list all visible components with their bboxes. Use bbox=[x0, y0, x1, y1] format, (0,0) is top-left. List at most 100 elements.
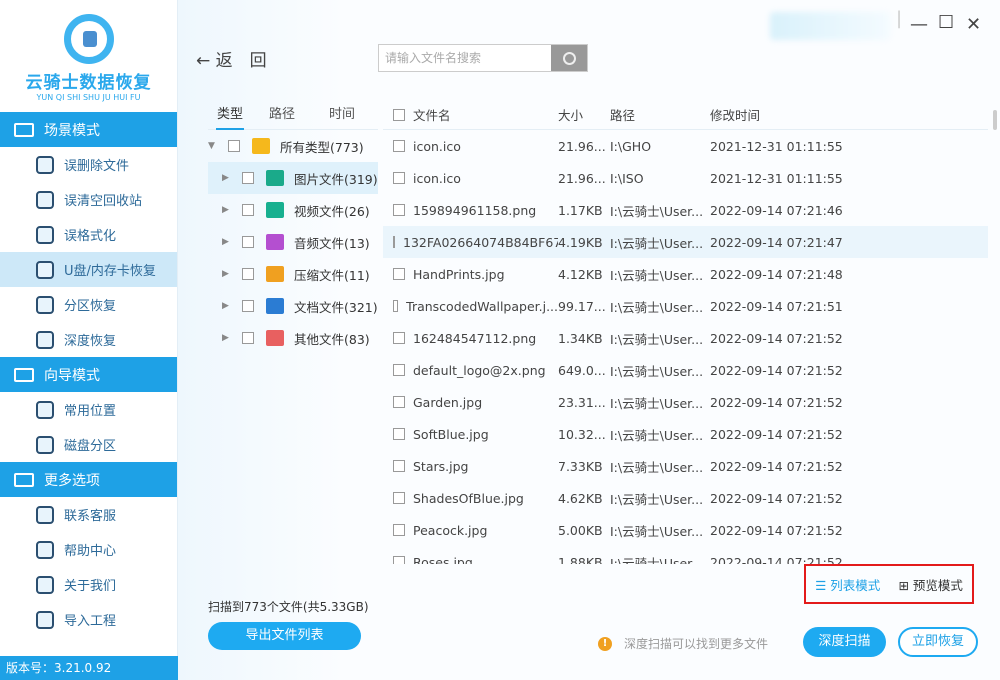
table-row[interactable]: icon.ico 21.96... I:\GHO 2021-12-31 01:11:5… bbox=[383, 130, 988, 162]
checkbox[interactable] bbox=[242, 172, 254, 184]
expand-icon[interactable]: ▶ bbox=[222, 205, 234, 215]
sidebar-item-icon bbox=[36, 190, 54, 209]
sidebar-item[interactable]: 导入工程 bbox=[0, 602, 177, 637]
select-all-checkbox[interactable] bbox=[393, 108, 405, 121]
preview-mode-button[interactable]: ⊞ 预览模式 bbox=[898, 575, 962, 594]
file-size: 10.32... bbox=[558, 426, 606, 442]
deep-scan-button[interactable]: 深度扫描 bbox=[803, 627, 886, 657]
tree-node[interactable]: ▶ 其他文件(83) bbox=[208, 322, 378, 354]
sidebar-item[interactable]: 误格式化 bbox=[0, 217, 177, 252]
close-button[interactable]: ✕ bbox=[966, 14, 981, 35]
header-name[interactable]: 文件名 bbox=[413, 105, 451, 124]
table-row[interactable]: ShadesOfBlue.jpg 4.62KB I:\云骑士\User... 2022… bbox=[383, 482, 988, 514]
sidebar-item[interactable]: 误删除文件 bbox=[0, 147, 177, 182]
header-path[interactable]: 路径 bbox=[610, 105, 710, 124]
checkbox[interactable] bbox=[393, 204, 405, 216]
table-row[interactable]: Garden.jpg 23.31... I:\云骑士\User... 2022-09-… bbox=[383, 386, 988, 418]
table-row[interactable]: 132FA02664074B84BF67... 4.19KB I:\云骑士\User… bbox=[383, 226, 988, 258]
tree-node[interactable]: ▶ 文档文件(321) bbox=[208, 290, 378, 322]
scrollbar[interactable] bbox=[993, 110, 997, 130]
checkbox[interactable] bbox=[393, 268, 405, 280]
sidebar-item[interactable]: 深度恢复 bbox=[0, 322, 177, 357]
sidebar-item[interactable]: 帮助中心 bbox=[0, 532, 177, 567]
header-modified[interactable]: 修改时间 bbox=[710, 105, 860, 124]
table-row[interactable]: TranscodedWallpaper.j... 99.17... I:\云骑士\U… bbox=[383, 290, 988, 322]
back-button[interactable]: ← 返 回 bbox=[196, 46, 267, 71]
expand-icon[interactable]: ▶ bbox=[222, 269, 234, 279]
checkbox[interactable] bbox=[393, 556, 405, 564]
expand-icon[interactable]: ▶ bbox=[222, 301, 234, 311]
recover-now-button[interactable]: 立即恢复 bbox=[898, 627, 978, 657]
file-type-icon bbox=[266, 266, 284, 282]
file-path: I:\GHO bbox=[610, 138, 652, 154]
file-modified: 2022-09-14 07:21:52 bbox=[710, 490, 843, 506]
file-path: I:\云骑士\User... bbox=[610, 299, 704, 315]
header-size[interactable]: 大小 bbox=[558, 105, 610, 124]
file-path: I:\ISO bbox=[610, 170, 644, 186]
file-type-icon bbox=[266, 234, 284, 250]
sidebar-item[interactable]: U盘/内存卡恢复 bbox=[0, 252, 177, 287]
maximize-button[interactable]: ☐ bbox=[938, 12, 954, 33]
search-box[interactable]: 请输入文件名搜索 bbox=[378, 44, 588, 72]
table-row[interactable]: HandPrints.jpg 4.12KB I:\云骑士\User... 2022-0… bbox=[383, 258, 988, 290]
tree-node[interactable]: ▶ 音频文件(13) bbox=[208, 226, 378, 258]
tree-tab[interactable]: 时间 bbox=[312, 100, 372, 129]
search-button[interactable] bbox=[551, 45, 587, 71]
checkbox[interactable] bbox=[393, 396, 405, 408]
sidebar-item[interactable]: 误清空回收站 bbox=[0, 182, 177, 217]
checkbox[interactable] bbox=[393, 428, 405, 440]
export-list-button[interactable]: 导出文件列表 bbox=[208, 622, 361, 650]
checkbox[interactable] bbox=[393, 492, 405, 504]
checkbox[interactable] bbox=[393, 300, 399, 312]
tree-node[interactable]: ▶ 压缩文件(11) bbox=[208, 258, 378, 290]
expand-icon[interactable]: ▶ bbox=[222, 333, 234, 343]
checkbox[interactable] bbox=[242, 236, 254, 248]
table-row[interactable]: 159894961158.png 1.17KB I:\云骑士\User... 2022… bbox=[383, 194, 988, 226]
checkbox[interactable] bbox=[228, 140, 240, 152]
checkbox[interactable] bbox=[393, 140, 405, 152]
expand-icon[interactable]: ▶ bbox=[222, 237, 234, 247]
sidebar-item[interactable]: 分区恢复 bbox=[0, 287, 177, 322]
checkbox[interactable] bbox=[393, 332, 405, 344]
sidebar-item-label: 误清空回收站 bbox=[64, 194, 143, 209]
file-size: 7.33KB bbox=[558, 458, 603, 474]
tree-tab[interactable]: 类型 bbox=[208, 100, 252, 130]
search-input[interactable]: 请输入文件名搜索 bbox=[379, 45, 551, 71]
table-row[interactable]: 162484547112.png 1.34KB I:\云骑士\User... 2022… bbox=[383, 322, 988, 354]
checkbox[interactable] bbox=[393, 364, 405, 376]
checkbox[interactable] bbox=[242, 332, 254, 344]
expand-icon[interactable]: ▶ bbox=[222, 173, 234, 183]
collapse-icon[interactable]: ▼ bbox=[208, 141, 220, 151]
tree-node[interactable]: ▼ 所有类型(773) bbox=[208, 130, 378, 162]
tree-node[interactable]: ▶ 视频文件(26) bbox=[208, 194, 378, 226]
tree-node[interactable]: ▶ 图片文件(319) bbox=[208, 162, 378, 194]
sidebar-item-label: 联系客服 bbox=[64, 509, 117, 524]
checkbox[interactable] bbox=[393, 172, 405, 184]
table-row[interactable]: Stars.jpg 7.33KB I:\云骑士\User... 2022-09-14 … bbox=[383, 450, 988, 482]
table-row[interactable]: default_logo@2x.png 649.0... I:\云骑士\User..… bbox=[383, 354, 988, 386]
file-modified: 2022-09-14 07:21:52 bbox=[710, 330, 843, 346]
minimize-button[interactable]: — bbox=[910, 14, 928, 35]
checkbox[interactable] bbox=[393, 236, 395, 248]
list-mode-button[interactable]: ☰ 列表模式 bbox=[815, 575, 880, 594]
sidebar: 云骑士数据恢复 YUN QI SHI SHU JU HUI FU 场景模式 误删除… bbox=[0, 0, 178, 680]
file-path: I:\云骑士\User... bbox=[610, 523, 704, 539]
checkbox[interactable] bbox=[393, 524, 405, 536]
tree-tab[interactable]: 路径 bbox=[252, 100, 312, 129]
sidebar-item[interactable]: 常用位置 bbox=[0, 392, 177, 427]
table-row[interactable]: SoftBlue.jpg 10.32... I:\云骑士\User... 2022-0… bbox=[383, 418, 988, 450]
table-row[interactable]: Peacock.jpg 5.00KB I:\云骑士\User... 2022-09-1… bbox=[383, 514, 988, 546]
checkbox[interactable] bbox=[242, 204, 254, 216]
section-icon bbox=[14, 367, 34, 382]
checkbox[interactable] bbox=[393, 460, 405, 472]
sidebar-item[interactable]: 联系客服 bbox=[0, 497, 177, 532]
file-size: 5.00KB bbox=[558, 522, 603, 538]
sidebar-item[interactable]: 磁盘分区 bbox=[0, 427, 177, 462]
table-row[interactable]: Roses.jpg 1.88KB I:\云骑士\User... 2022-09-14 … bbox=[383, 546, 988, 564]
tip-text: 深度扫描可以找到更多文件 bbox=[624, 637, 769, 651]
sidebar-item[interactable]: 关于我们 bbox=[0, 567, 177, 602]
section-icon bbox=[14, 122, 34, 137]
checkbox[interactable] bbox=[242, 300, 254, 312]
table-row[interactable]: icon.ico 21.96... I:\ISO 2021-12-31 01:11:5… bbox=[383, 162, 988, 194]
checkbox[interactable] bbox=[242, 268, 254, 280]
